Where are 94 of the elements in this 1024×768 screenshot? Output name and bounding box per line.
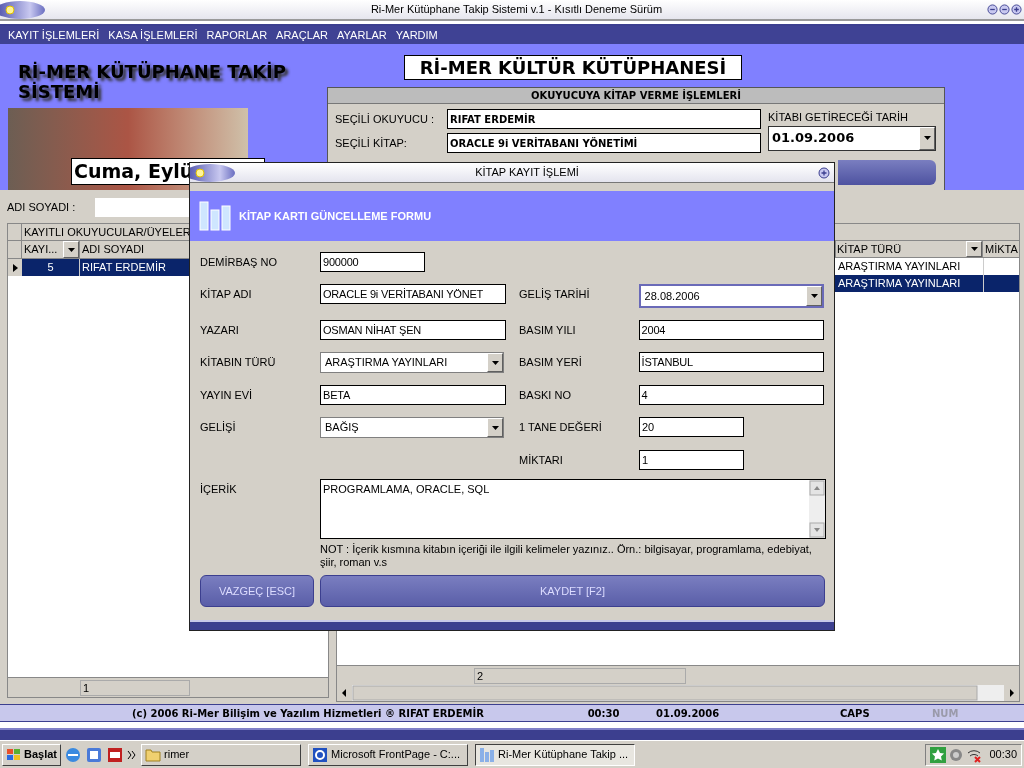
key-indicator: NUM — [932, 706, 960, 721]
form-title: KİTAP KARTI GÜNCELLEME FORMU — [239, 208, 432, 224]
record-count: 2 — [474, 667, 686, 684]
field-label: SEÇİLİ KİTAP: — [335, 135, 408, 151]
date-picker[interactable]: 01.09.2006 — [768, 125, 936, 151]
dialog-title: KİTAP KAYIT İŞLEMİ — [474, 165, 580, 181]
taskbar-button[interactable]: Ri-Mer Kütüphane Takip ... — [475, 743, 636, 766]
table-cell: 5 — [22, 259, 80, 276]
dropdown-button[interactable] — [487, 418, 503, 437]
row-pointer-icon — [12, 263, 18, 272]
app-icon — [312, 746, 329, 763]
field-label: BASKI NO — [519, 388, 572, 403]
menu-item[interactable]: ARAÇLAR — [276, 26, 329, 44]
field-label: KİTABIN TÜRÜ — [200, 355, 277, 370]
column-header[interactable]: KAYI... — [22, 241, 80, 258]
text-field[interactable]: ORACLE 9i VERİTABANI YÖNET — [320, 284, 506, 304]
menu-item[interactable]: RAPORLAR — [206, 26, 268, 44]
text-field[interactable]: 1 — [639, 450, 744, 470]
horizontal-scrollbar[interactable] — [337, 685, 1019, 701]
copyright-text: (c) 2006 Ri-Mer Bilişim ve Yazılım Hizmetleri ® RIFAT ERDEMİR — [132, 706, 485, 721]
key-indicator: CAPS — [840, 706, 871, 721]
status-time: 00:30 — [587, 706, 621, 721]
caret-icon — [67, 247, 75, 252]
text-field[interactable]: 900000 — [320, 252, 425, 272]
maximize-icon[interactable] — [1011, 4, 1022, 15]
text-field[interactable]: BETA — [320, 385, 506, 405]
table-cell-text: RIFAT ERDEMİR — [81, 260, 167, 275]
caret-icon — [810, 294, 818, 298]
start-button[interactable]: Başlat — [2, 743, 62, 766]
app-icon[interactable] — [85, 745, 104, 764]
bar-chart-icon — [199, 201, 231, 231]
field-label: KİTAP ADI — [200, 287, 253, 302]
field-label: SEÇİLİ OKUYUCU : — [335, 111, 436, 127]
dropdown-button[interactable] — [487, 353, 503, 372]
text-field[interactable]: İSTANBUL — [638, 352, 824, 372]
field-label: 1 TANE DEĞERİ — [519, 420, 603, 435]
chevron-icon[interactable] — [127, 749, 138, 760]
plus-icon[interactable] — [818, 166, 830, 179]
folder-icon — [145, 747, 162, 762]
menu-item[interactable]: KAYIT İŞLEMLERİ — [8, 26, 100, 44]
dropdown-button[interactable] — [919, 126, 935, 150]
menu-item[interactable]: YARDIM — [395, 26, 438, 44]
column-header[interactable]: MİKTA — [983, 241, 1019, 257]
form-button[interactable]: VAZGEÇ [ESC] — [200, 575, 314, 607]
dropdown-field[interactable]: ARAŞTIRMA YAYINLARI — [320, 352, 504, 373]
dropdown-button[interactable] — [63, 241, 79, 258]
field-label: GELİŞİ — [200, 420, 237, 435]
star-icon[interactable] — [930, 746, 947, 763]
bar-chart-icon — [479, 746, 496, 763]
menu-item[interactable]: KASA İŞLEMLERİ — [108, 26, 198, 44]
caret-icon — [923, 136, 931, 140]
vertical-scrollbar[interactable] — [809, 480, 825, 538]
field-label: GELİŞ TARİHİ — [519, 287, 591, 302]
clock: 00:30 — [989, 747, 1017, 763]
field-label: MİKTARI — [519, 453, 564, 468]
field-label: BASIM YERİ — [519, 355, 583, 370]
taskbar-button[interactable]: Microsoft FrontPage - C:... — [308, 743, 469, 766]
windows-logo-icon — [6, 747, 22, 762]
text-field[interactable]: 20 — [639, 417, 744, 437]
dropdown-button[interactable] — [966, 241, 982, 257]
app-icon[interactable] — [106, 745, 125, 764]
dropdown-button[interactable] — [806, 286, 822, 306]
field-label: ADI SOYADI : — [7, 200, 77, 216]
text-field[interactable]: 4 — [638, 385, 824, 405]
field-label: BASIM YILI — [519, 323, 577, 338]
record-count: 1 — [80, 679, 190, 696]
field-label: YAZARI — [200, 323, 240, 338]
menu-item[interactable]: AYARLAR — [337, 26, 387, 44]
table-title: KAYITLI OKUYUCULAR/ÜYELER — [23, 225, 191, 240]
field-label: YAYIN EVİ — [200, 388, 254, 403]
restore-icon[interactable] — [999, 4, 1010, 15]
caret-icon — [491, 425, 499, 430]
text-field[interactable]: OSMAN NİHAT ŞEN — [320, 320, 506, 340]
form-button[interactable]: KAYDET [F2] — [320, 575, 825, 607]
dropdown-field[interactable]: BAĞIŞ — [320, 417, 504, 438]
app-title: Rİ-MER KÜTÜPHANE TAKİP SİSTEMİ — [18, 62, 287, 102]
content-field[interactable]: PROGRAMLAMA, ORACLE, SQL — [320, 479, 826, 539]
panel-title: OKUYUCUYA KİTAP VERME İŞLEMLERİ — [328, 88, 944, 104]
column-header[interactable]: KİTAP TÜRÜ — [836, 241, 983, 257]
window-title: Ri-Mer Kütüphane Takip Sistemi v.1 - Kısıtlı Deneme Sürüm — [369, 2, 664, 18]
logo-icon — [190, 163, 236, 182]
table-cell: ARAŞTIRMA YAYINLARI — [837, 275, 984, 292]
date-picker[interactable]: 28.08.2006 — [638, 284, 824, 308]
caret-icon — [491, 360, 499, 365]
note-text: NOT : İçerik kısmına kitabın içeriği ile ilgili kelimeler yazınız.. Örn.: bilgisayar, programlama, edebiyat, şiir, roman v.s — [320, 543, 813, 569]
library-name: Rİ-MER KÜLTÜR KÜTÜPHANESİ — [404, 55, 742, 80]
minimize-icon[interactable] — [987, 4, 998, 15]
logo-icon — [0, 0, 46, 19]
caret-icon — [970, 247, 978, 251]
taskbar-button[interactable]: rimer — [141, 743, 302, 766]
status-date: 01.09.2006 — [656, 706, 721, 721]
field-label: İÇERİK — [200, 482, 238, 497]
field-label: KİTABI GETİRECEĞİ TARİH — [768, 110, 909, 125]
text-field[interactable]: 2004 — [638, 320, 824, 340]
